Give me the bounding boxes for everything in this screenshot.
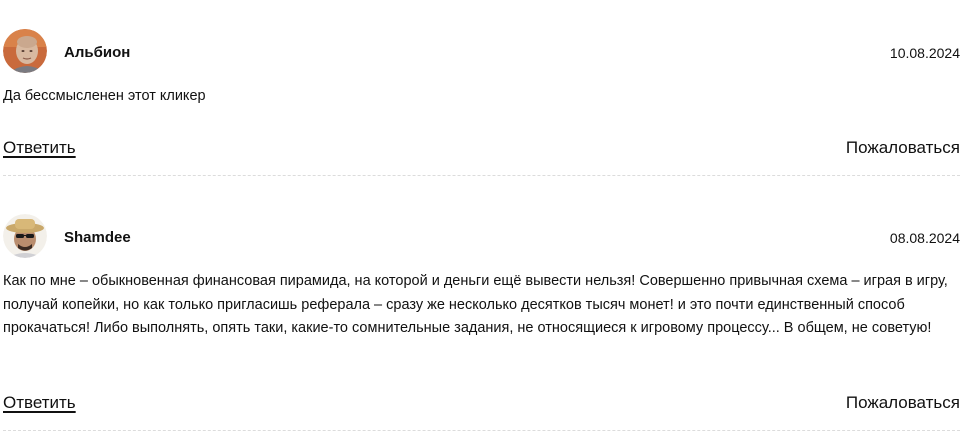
comment-date: 08.08.2024 bbox=[889, 230, 960, 246]
avatar bbox=[3, 214, 47, 258]
comment-text: Как по мне – обыкновенная финансовая пир… bbox=[3, 273, 948, 336]
comment-text: Да бессмысленен этот кликер bbox=[3, 88, 206, 104]
comment-item: Shamdee 08.08.2024 Как по мне – обыкнове… bbox=[3, 176, 960, 432]
comment-divider bbox=[3, 430, 960, 431]
comments-list: Альбион 10.08.2024 Да бессмысленен этот … bbox=[3, 0, 960, 432]
report-button[interactable]: Пожаловаться bbox=[846, 138, 960, 158]
comment-author: Альбион bbox=[64, 44, 131, 61]
comment-date: 10.08.2024 bbox=[889, 45, 960, 61]
report-button[interactable]: Пожаловаться bbox=[846, 393, 960, 413]
comment-author: Shamdee bbox=[64, 229, 131, 246]
reply-button[interactable]: Ответить bbox=[3, 393, 76, 413]
comment-item: Альбион 10.08.2024 Да бессмысленен этот … bbox=[3, 0, 960, 176]
reply-button[interactable]: Ответить bbox=[3, 138, 76, 158]
avatar bbox=[3, 29, 47, 73]
